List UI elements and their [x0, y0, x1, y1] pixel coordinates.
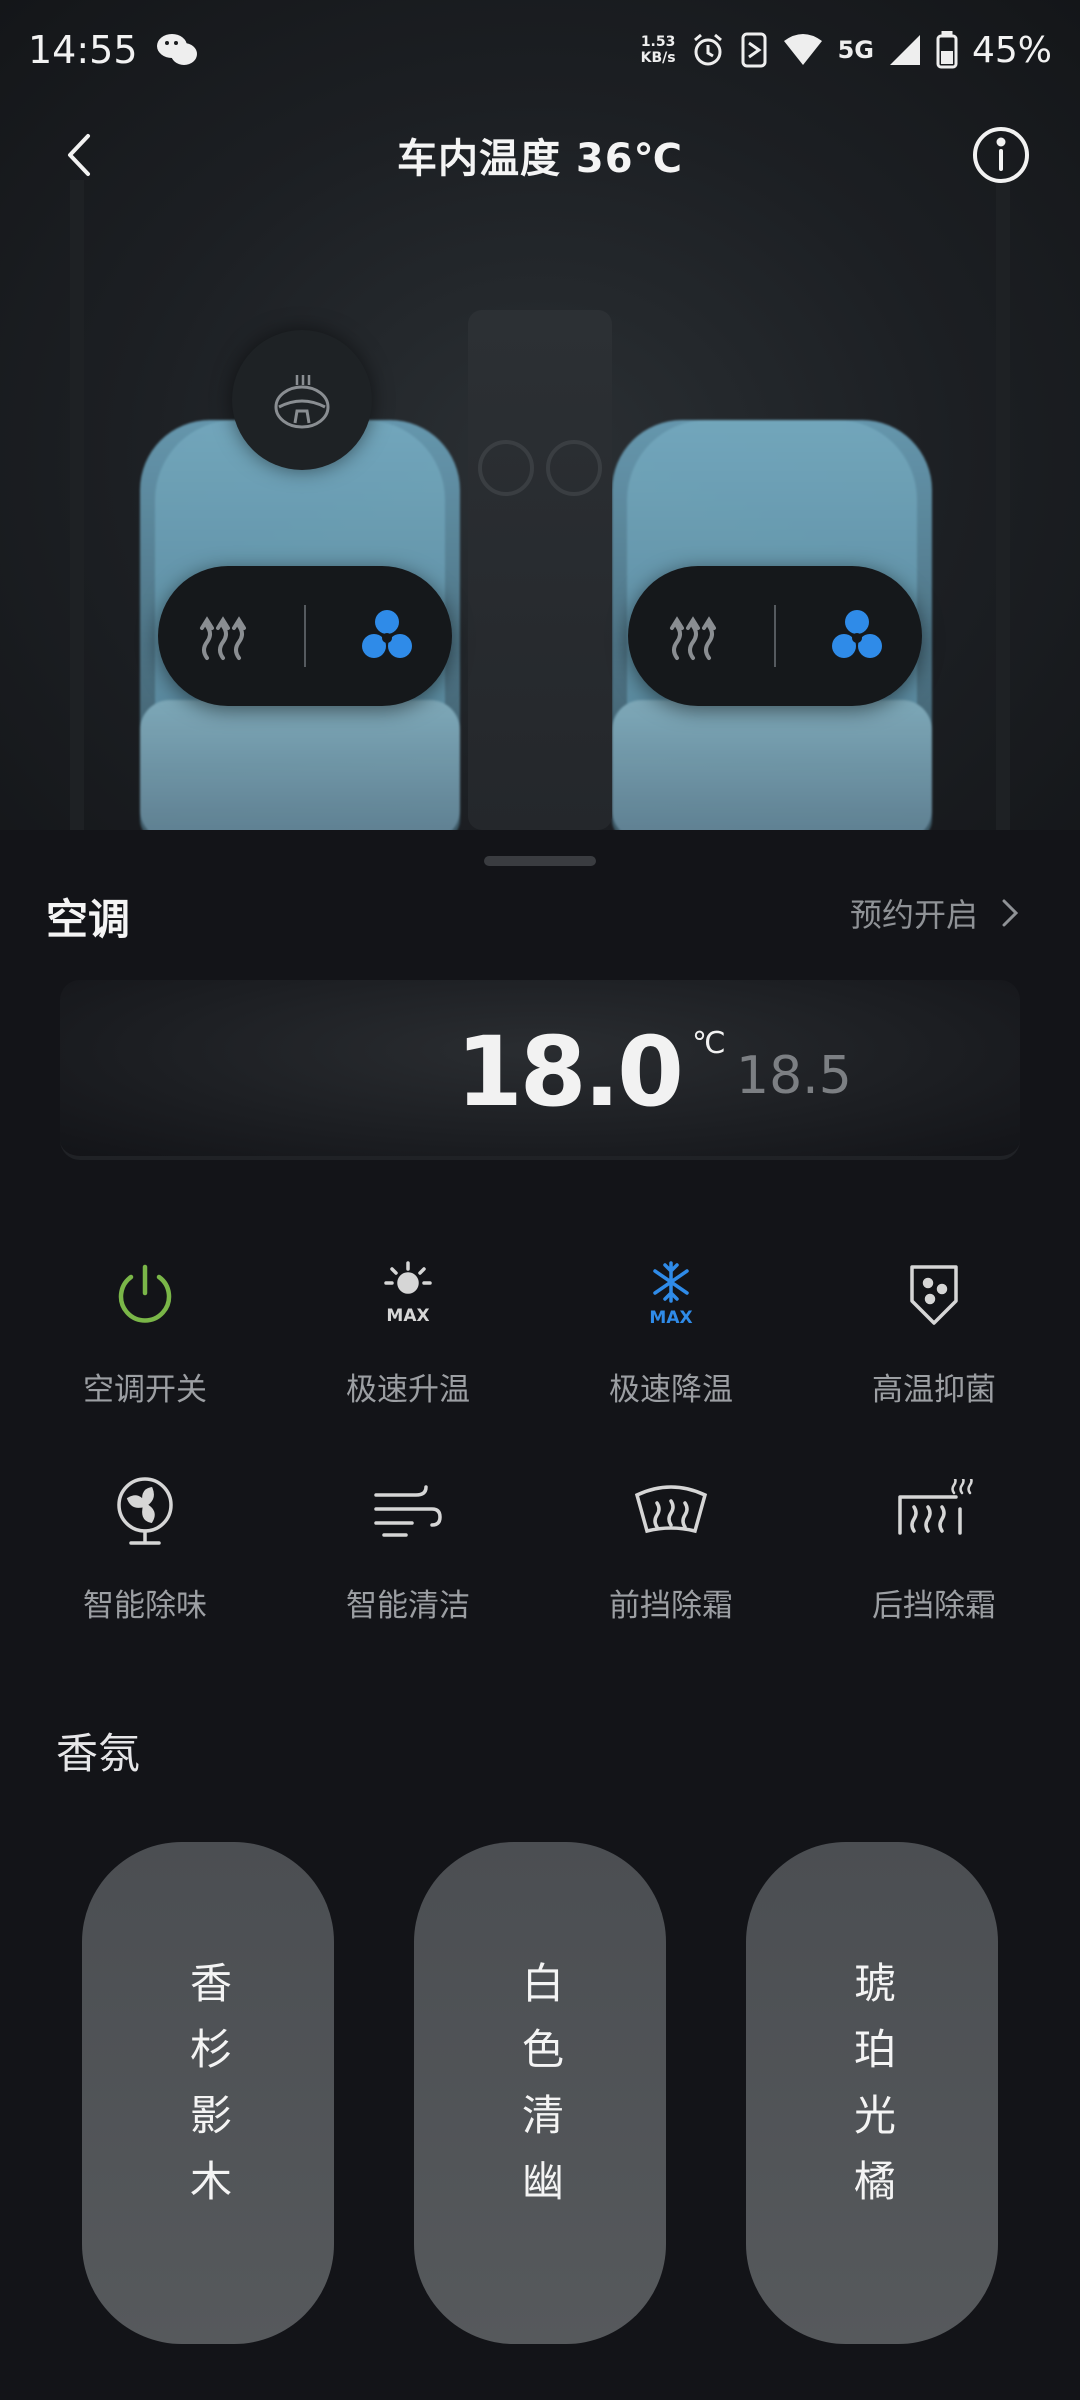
max-cool-icon: MAX — [649, 1261, 693, 1328]
svg-text:MAX: MAX — [386, 1306, 429, 1326]
alarm-icon — [693, 33, 722, 66]
svg-text:MAX: MAX — [649, 1308, 692, 1328]
info-icon — [973, 127, 1029, 183]
ac-section-title: 空调 — [46, 895, 131, 944]
sheet-drag-handle[interactable] — [484, 856, 596, 866]
max-heat-icon: MAX — [384, 1261, 432, 1326]
front-defrost-button[interactable]: 前挡除霜 — [561, 1466, 781, 1636]
smart-clean-button[interactable]: 智能清洁 — [298, 1466, 518, 1636]
function-label: 空调开关 — [83, 1372, 207, 1408]
page-title: 车内温度 36℃ — [396, 136, 684, 182]
status-bar: 14:55 1.53 KB/s 5G 45% — [0, 0, 1080, 100]
seat-heat-icon — [670, 616, 717, 660]
function-label: 智能清洁 — [346, 1588, 470, 1624]
schedule-start-link[interactable]: 预约开启 — [850, 890, 1020, 936]
status-time: 14:55 — [28, 28, 138, 72]
wechat-icon — [156, 34, 197, 65]
info-button[interactable] — [970, 124, 1032, 186]
center-console — [468, 310, 612, 830]
fragrance-name: 香杉影木 — [183, 1961, 233, 2225]
chevron-right-icon — [1002, 899, 1019, 927]
battery-percent: 45% — [971, 29, 1052, 71]
temperature-picker[interactable]: 18.0 ℃ 18.5 — [60, 980, 1020, 1160]
rear-defrost-button[interactable]: 后挡除霜 — [824, 1466, 1044, 1636]
fan-icon — [361, 610, 412, 658]
fragrance-option-amber[interactable]: 琥珀光橘 — [746, 1842, 998, 2344]
function-label: 高温抑菌 — [872, 1372, 996, 1408]
steering-wheel-heat-button[interactable] — [232, 330, 372, 470]
signal-icon — [889, 35, 920, 65]
driver-seat-ventilation-button[interactable] — [337, 586, 437, 686]
temperature-unit: ℃ — [692, 1026, 726, 1061]
app-header: 车内温度 36℃ — [0, 110, 1080, 200]
function-label: 后挡除霜 — [872, 1588, 996, 1624]
current-temperature: 18.0 — [456, 1016, 684, 1128]
fragrance-name: 白色清幽 — [515, 1961, 565, 2225]
rapid-cool-button[interactable]: MAX 极速降温 — [561, 1250, 781, 1420]
wind-clean-icon — [374, 1485, 442, 1537]
chevron-left-icon — [68, 134, 90, 176]
sterilize-icon — [910, 1265, 958, 1325]
sterilize-button[interactable]: 高温抑菌 — [824, 1250, 1044, 1420]
ac-power-button[interactable]: 空调开关 — [35, 1250, 255, 1420]
fragrance-name: 琥珀光橘 — [847, 1961, 897, 2225]
battery-icon — [936, 31, 958, 69]
nfc-icon — [741, 32, 767, 68]
function-label: 极速升温 — [346, 1372, 470, 1408]
front-defrost-icon — [634, 1485, 708, 1534]
function-label: 极速降温 — [609, 1372, 733, 1408]
wifi-icon — [783, 34, 822, 65]
driver-seat-controls — [158, 566, 452, 706]
passenger-seat-controls — [628, 566, 922, 706]
function-label: 智能除味 — [83, 1588, 207, 1624]
fragrance-option-white[interactable]: 白色清幽 — [414, 1842, 666, 2344]
fragrance-section-title: 香氛 — [56, 1729, 141, 1778]
rear-defrost-icon — [898, 1479, 973, 1535]
passenger-seat-heat-button[interactable] — [643, 586, 743, 686]
steering-wheel-heat-icon — [274, 375, 330, 429]
power-icon — [118, 1264, 172, 1323]
back-button[interactable] — [56, 130, 106, 180]
deodorize-fan-icon — [117, 1477, 173, 1545]
speed-unit: KB/s — [640, 50, 676, 66]
speed-value: 1.53 — [640, 34, 676, 50]
next-temperature-option[interactable]: 18.5 — [736, 1046, 852, 1106]
seat-heat-icon — [200, 616, 247, 660]
fan-icon — [831, 610, 882, 658]
driver-seat-heat-button[interactable] — [173, 586, 273, 686]
fragrance-option-cedar[interactable]: 香杉影木 — [82, 1842, 334, 2344]
passenger-seat-ventilation-button[interactable] — [807, 586, 907, 686]
smart-deodorize-button[interactable]: 智能除味 — [35, 1466, 255, 1636]
rapid-heat-button[interactable]: MAX 极速升温 — [298, 1250, 518, 1420]
function-label: 前挡除霜 — [609, 1588, 733, 1624]
network-speed: 1.53 KB/s — [641, 34, 676, 66]
schedule-label: 预约开启 — [849, 896, 978, 934]
network-type: 5G — [837, 36, 874, 64]
control-sheet: 空调 预约开启 18.0 ℃ 18.5 空调开关 MAX 极速升温 MAX 极速… — [0, 830, 1080, 2400]
